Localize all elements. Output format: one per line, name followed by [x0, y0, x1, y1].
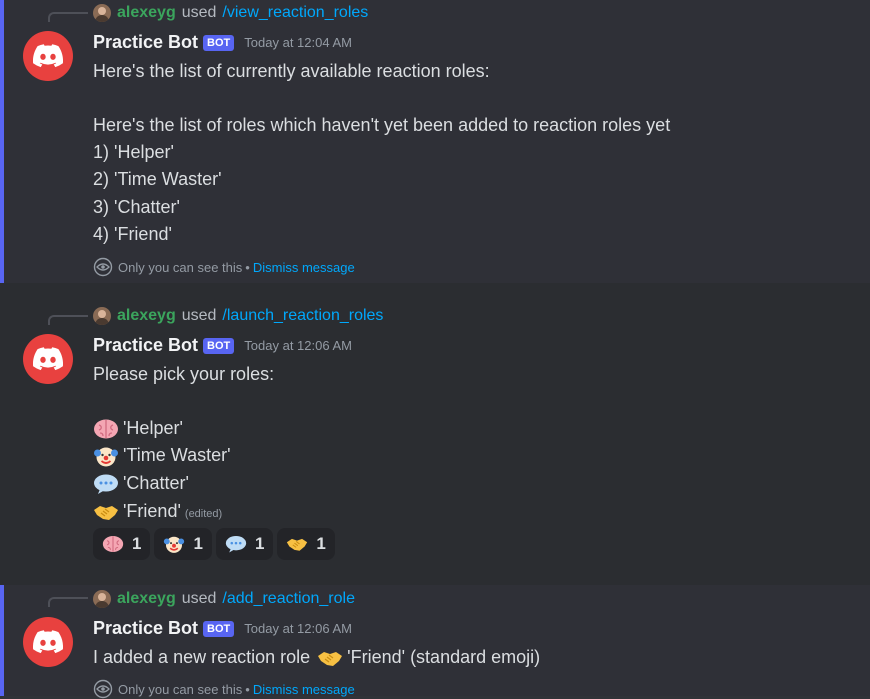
- command-reply-header: alexeyg used /view_reaction_roles: [93, 3, 368, 23]
- speech-balloon-emoji-icon: [93, 473, 119, 495]
- ephemeral-accent-bar: [0, 585, 4, 696]
- message-line: Here's the list of currently available r…: [93, 61, 490, 81]
- message-header: Practice Bot BOT Today at 12:06 AM: [93, 335, 352, 356]
- only-you-label: Only you can see this: [118, 259, 243, 275]
- discord-logo-icon: [33, 347, 63, 371]
- reply-username[interactable]: alexeyg: [117, 4, 176, 22]
- reply-username[interactable]: alexeyg: [117, 590, 176, 608]
- brain-emoji-icon: [93, 418, 119, 440]
- reaction-count: 1: [132, 534, 142, 553]
- separator-dot: •: [245, 681, 250, 697]
- reply-username[interactable]: alexeyg: [117, 307, 176, 325]
- role-text: 'Friend': [123, 501, 181, 521]
- ephemeral-note: Only you can see this • Dismiss message: [93, 679, 355, 699]
- reaction-count: 1: [254, 534, 265, 553]
- message-header: Practice Bot BOT Today at 12:06 AM: [93, 618, 352, 639]
- reply-command-link[interactable]: /add_reaction_role: [222, 590, 355, 608]
- role-text: 'Time Waster': [123, 445, 231, 465]
- timestamp[interactable]: Today at 12:06 AM: [244, 338, 352, 353]
- message-line: 1) 'Helper': [93, 142, 174, 162]
- command-reply-header: alexeyg used /launch_reaction_roles: [93, 306, 383, 326]
- handshake-emoji-icon: [93, 501, 119, 523]
- bot-tag: BOT: [203, 34, 235, 51]
- message-line: 2) 'Time Waster': [93, 169, 222, 189]
- only-you-label: Only you can see this: [118, 681, 243, 697]
- edited-label: (edited): [184, 508, 223, 520]
- reply-used-label: used: [181, 590, 217, 607]
- reaction-clown[interactable]: 1: [154, 528, 212, 560]
- timestamp[interactable]: Today at 12:04 AM: [244, 35, 352, 50]
- reaction-count: 1: [193, 534, 203, 553]
- message-view-reaction-roles: alexeyg used /view_reaction_roles Practi…: [0, 0, 870, 283]
- ephemeral-accent-bar: [0, 0, 4, 283]
- timestamp[interactable]: Today at 12:06 AM: [244, 621, 352, 636]
- role-text: 'Helper': [123, 418, 183, 438]
- message-line: I added a new reaction role 'Friend' (st…: [93, 645, 540, 669]
- message-text: 'Friend' (standard emoji): [347, 647, 541, 667]
- role-text: 'Chatter': [123, 473, 189, 493]
- message-line: 3) 'Chatter': [93, 197, 180, 217]
- role-line-helper: 'Helper': [93, 416, 183, 440]
- reply-used-label: used: [181, 4, 217, 21]
- bot-avatar[interactable]: [23, 334, 73, 384]
- message-line: 4) 'Friend': [93, 224, 172, 244]
- bot-tag: BOT: [203, 620, 235, 637]
- message-line: Here's the list of roles which haven't y…: [93, 115, 671, 135]
- user-avatar[interactable]: [93, 4, 111, 22]
- user-avatar[interactable]: [93, 307, 111, 325]
- clown-emoji-icon: [163, 534, 185, 554]
- role-line-time-waster: 'Time Waster': [93, 443, 231, 467]
- brain-emoji-icon: [102, 534, 124, 554]
- reaction-handshake[interactable]: 1: [277, 528, 335, 560]
- separator-dot: •: [245, 259, 250, 275]
- reaction-count: 1: [316, 534, 326, 553]
- reaction-speech-balloon[interactable]: 1: [215, 528, 274, 560]
- reply-spine: [48, 12, 88, 22]
- command-reply-header: alexeyg used /add_reaction_role: [93, 589, 355, 609]
- reply-command-link[interactable]: /launch_reaction_roles: [222, 307, 383, 325]
- reply-command-link[interactable]: /view_reaction_roles: [222, 4, 368, 22]
- handshake-emoji-icon: [286, 534, 308, 554]
- user-avatar[interactable]: [93, 590, 111, 608]
- discord-logo-icon: [33, 630, 63, 654]
- bot-avatar[interactable]: [23, 31, 73, 81]
- eye-icon: [93, 679, 113, 699]
- speech-balloon-emoji-icon: [225, 534, 247, 554]
- message-header: Practice Bot BOT Today at 12:04 AM: [93, 32, 352, 53]
- eye-icon: [93, 257, 113, 277]
- reply-spine: [48, 597, 88, 607]
- message-launch-reaction-roles: alexeyg used /launch_reaction_roles Prac…: [0, 283, 870, 585]
- author-name[interactable]: Practice Bot: [93, 618, 198, 639]
- handshake-emoji-icon: [317, 647, 343, 669]
- reaction-brain[interactable]: 1: [93, 528, 151, 560]
- reactions-bar: 1 1 1 1: [93, 528, 339, 560]
- bot-avatar[interactable]: [23, 617, 73, 667]
- message-line: Please pick your roles:: [93, 364, 275, 384]
- role-line-chatter: 'Chatter': [93, 471, 189, 495]
- dismiss-message-link[interactable]: Dismiss message: [253, 682, 355, 697]
- ephemeral-note: Only you can see this • Dismiss message: [93, 257, 355, 277]
- message-text: I added a new reaction role: [93, 647, 311, 667]
- role-line-friend: 'Friend' (edited): [93, 499, 222, 526]
- reply-used-label: used: [181, 307, 217, 324]
- reply-spine: [48, 315, 88, 325]
- author-name[interactable]: Practice Bot: [93, 335, 198, 356]
- message-add-reaction-role: alexeyg used /add_reaction_role Practice…: [0, 585, 870, 696]
- clown-emoji-icon: [93, 445, 119, 467]
- bot-tag: BOT: [203, 337, 235, 354]
- dismiss-message-link[interactable]: Dismiss message: [253, 260, 355, 275]
- discord-logo-icon: [33, 44, 63, 68]
- author-name[interactable]: Practice Bot: [93, 32, 198, 53]
